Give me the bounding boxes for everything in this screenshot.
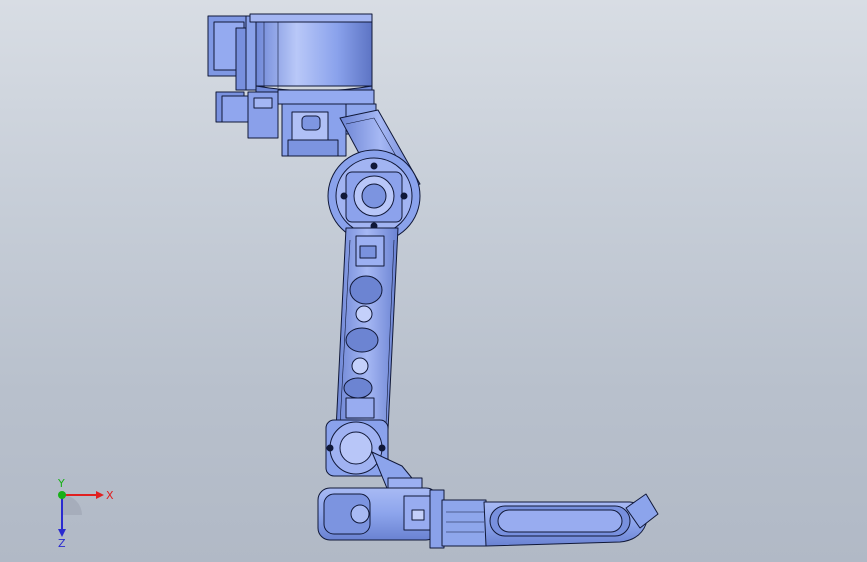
y-axis-label: Y: [57, 477, 65, 490]
z-arrow-icon: [58, 529, 66, 537]
robot-arm-model[interactable]: [0, 0, 867, 562]
base-cylinder: [249, 13, 373, 98]
x-arrow-icon: [96, 491, 104, 499]
y-axis-dot-icon: [58, 491, 66, 499]
axis-triad: X Y Z: [57, 477, 114, 550]
x-axis-label: X: [106, 489, 114, 502]
tool-arm: [441, 493, 659, 547]
3d-viewport[interactable]: X Y Z: [0, 0, 867, 562]
upper-arm: [335, 227, 399, 431]
triad-plane: [62, 495, 82, 515]
z-axis-label: Z: [58, 537, 66, 550]
wrist-housing: [317, 487, 445, 549]
